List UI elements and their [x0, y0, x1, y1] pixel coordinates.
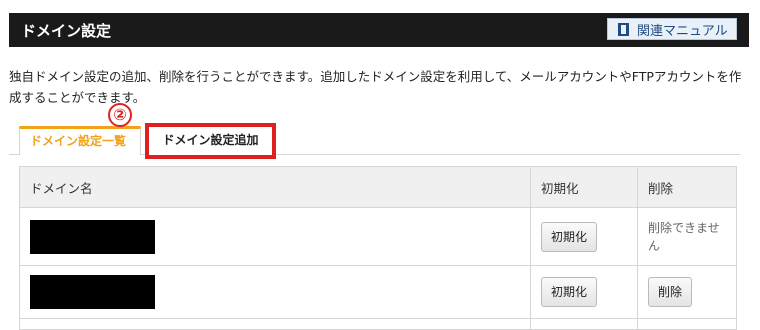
- related-manual-label: 関連マニュアル: [637, 23, 728, 39]
- redacted-domain: [30, 275, 155, 309]
- domain-table: ドメイン名 初期化 削除 初期化 削除できません 初期化 削除: [19, 166, 737, 330]
- header-delete: 削除: [637, 166, 737, 208]
- init-button[interactable]: 初期化: [541, 221, 598, 252]
- tab-domain-list[interactable]: ドメイン設定一覧: [19, 126, 141, 155]
- init-button[interactable]: 初期化: [541, 277, 598, 307]
- domain-name-cell: [19, 207, 531, 266]
- table-row: 初期化 削除できません: [19, 207, 737, 266]
- page-header: ドメイン設定 関連マニュアル: [9, 13, 749, 47]
- delete-cell: 削除: [637, 265, 737, 319]
- page-description: 独自ドメイン設定の追加、削除を行うことができます。追加したドメイン設定を利用して…: [9, 69, 742, 105]
- redacted-domain: [30, 219, 155, 254]
- book-icon: [618, 22, 629, 36]
- cannot-delete-text: 削除できません: [648, 220, 720, 253]
- page-title: ドメイン設定: [21, 22, 112, 40]
- header-domain-name: ドメイン名: [19, 166, 531, 208]
- domain-name-cell: [19, 265, 531, 319]
- table-header-row: ドメイン名 初期化 削除: [19, 166, 737, 208]
- init-cell: 初期化: [530, 207, 638, 266]
- delete-cell: 削除できません: [637, 207, 737, 266]
- delete-button[interactable]: 削除: [648, 277, 693, 307]
- tab-domain-add[interactable]: ドメイン設定追加: [145, 123, 276, 159]
- table-row: [19, 318, 737, 330]
- related-manual-button[interactable]: 関連マニュアル: [607, 18, 737, 40]
- init-cell: 初期化: [530, 265, 638, 319]
- step-marker: ②: [108, 103, 132, 127]
- header-init: 初期化: [530, 166, 638, 208]
- table-row: 初期化 削除: [19, 265, 737, 319]
